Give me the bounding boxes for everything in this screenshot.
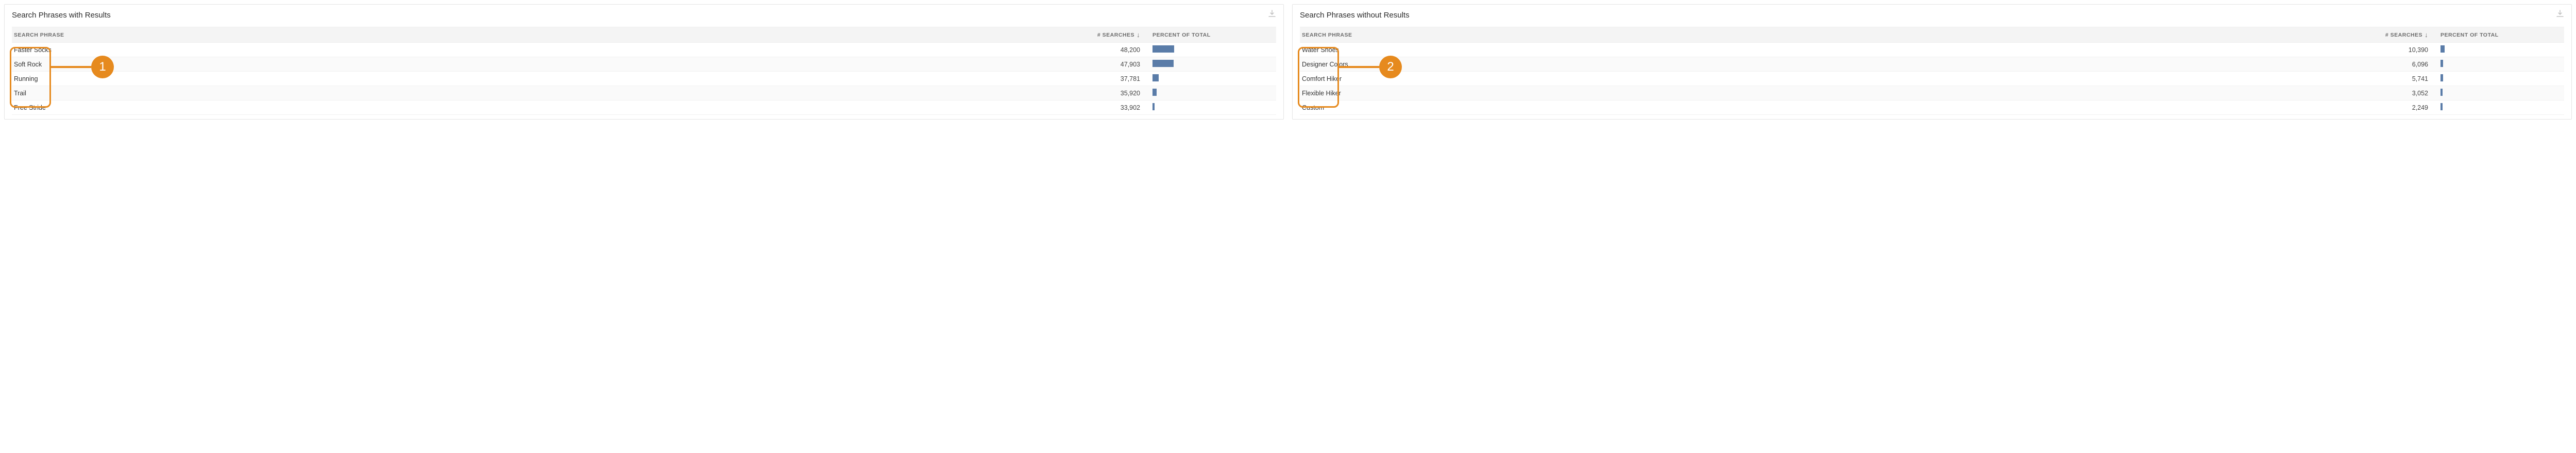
percent-bar (1153, 89, 1157, 96)
percent-bar (2441, 60, 2443, 67)
table-row[interactable]: Designer Colors 6,096 (1300, 57, 2564, 72)
percent-bar (2441, 89, 2443, 96)
table-row[interactable]: Comfort Hiker 5,741 (1300, 72, 2564, 86)
table-row[interactable]: Water Shoes 10,390 (1300, 43, 2564, 57)
cell-percent (1140, 103, 1274, 112)
panel-with-results: Search Phrases with Results SEARCH PHRAS… (4, 4, 1284, 120)
cell-searches: 37,781 (1073, 75, 1140, 82)
cell-phrase: Trail (14, 90, 1073, 97)
percent-bar (1153, 74, 1159, 81)
cell-percent (2428, 103, 2562, 112)
table-row[interactable]: Running 37,781 (12, 72, 1276, 86)
col-header-searches[interactable]: # SEARCHES ↓ (1073, 31, 1140, 38)
cell-percent (1140, 45, 1274, 54)
cell-searches: 48,200 (1073, 46, 1140, 54)
cell-searches: 2,249 (2361, 104, 2428, 111)
table-row[interactable]: Free Stride 33,902 (12, 100, 1276, 115)
table-header: SEARCH PHRASE # SEARCHES ↓ PERCENT OF TO… (12, 27, 1276, 43)
cell-phrase: Comfort Hiker (1302, 75, 2361, 82)
col-header-phrase[interactable]: SEARCH PHRASE (14, 32, 1073, 38)
table-row[interactable]: Flexible Hiker 3,052 (1300, 86, 2564, 100)
table-rows: Faster Socks 48,200 Soft Rock 47,903 Run… (12, 43, 1276, 115)
table-row[interactable]: Soft Rock 47,903 (12, 57, 1276, 72)
cell-percent (2428, 89, 2562, 97)
col-header-phrase[interactable]: SEARCH PHRASE (1302, 32, 2361, 38)
percent-bar (1153, 60, 1174, 67)
cell-percent (1140, 60, 1274, 69)
cell-percent (2428, 74, 2562, 83)
table-row[interactable]: Custom 2,249 (1300, 100, 2564, 115)
cell-phrase: Soft Rock (14, 61, 1073, 68)
panel-without-results: Search Phrases without Results SEARCH PH… (1292, 4, 2572, 120)
panel-title: Search Phrases without Results (1300, 11, 2564, 20)
cell-searches: 10,390 (2361, 46, 2428, 54)
col-header-percent[interactable]: PERCENT OF TOTAL (1140, 32, 1274, 38)
cell-phrase: Water Shoes (1302, 46, 2361, 54)
table-row[interactable]: Faster Socks 48,200 (12, 43, 1276, 57)
col-header-percent[interactable]: PERCENT OF TOTAL (2428, 32, 2562, 38)
percent-bar (1153, 45, 1174, 53)
percent-bar (1153, 103, 1155, 110)
table-rows: Water Shoes 10,390 Designer Colors 6,096… (1300, 43, 2564, 115)
cell-searches: 33,902 (1073, 104, 1140, 111)
cell-phrase: Designer Colors (1302, 61, 2361, 68)
cell-percent (1140, 89, 1274, 97)
col-header-searches[interactable]: # SEARCHES ↓ (2361, 31, 2428, 38)
sort-desc-icon: ↓ (1137, 31, 1140, 38)
sort-desc-icon: ↓ (2425, 31, 2428, 38)
cell-searches: 3,052 (2361, 90, 2428, 97)
panel-title: Search Phrases with Results (12, 11, 1276, 20)
download-icon[interactable] (2556, 10, 2564, 21)
table-row[interactable]: Trail 35,920 (12, 86, 1276, 100)
cell-phrase: Flexible Hiker (1302, 90, 2361, 97)
cell-searches: 35,920 (1073, 90, 1140, 97)
cell-searches: 5,741 (2361, 75, 2428, 82)
download-icon[interactable] (1268, 10, 1276, 21)
cell-phrase: Running (14, 75, 1073, 82)
cell-searches: 47,903 (1073, 61, 1140, 68)
table-header: SEARCH PHRASE # SEARCHES ↓ PERCENT OF TO… (1300, 27, 2564, 43)
cell-percent (2428, 45, 2562, 54)
cell-phrase: Faster Socks (14, 46, 1073, 54)
cell-percent (1140, 74, 1274, 83)
percent-bar (2441, 103, 2443, 110)
cell-percent (2428, 60, 2562, 69)
cell-phrase: Free Stride (14, 104, 1073, 111)
percent-bar (2441, 74, 2443, 81)
percent-bar (2441, 45, 2445, 53)
cell-phrase: Custom (1302, 104, 2361, 111)
cell-searches: 6,096 (2361, 61, 2428, 68)
